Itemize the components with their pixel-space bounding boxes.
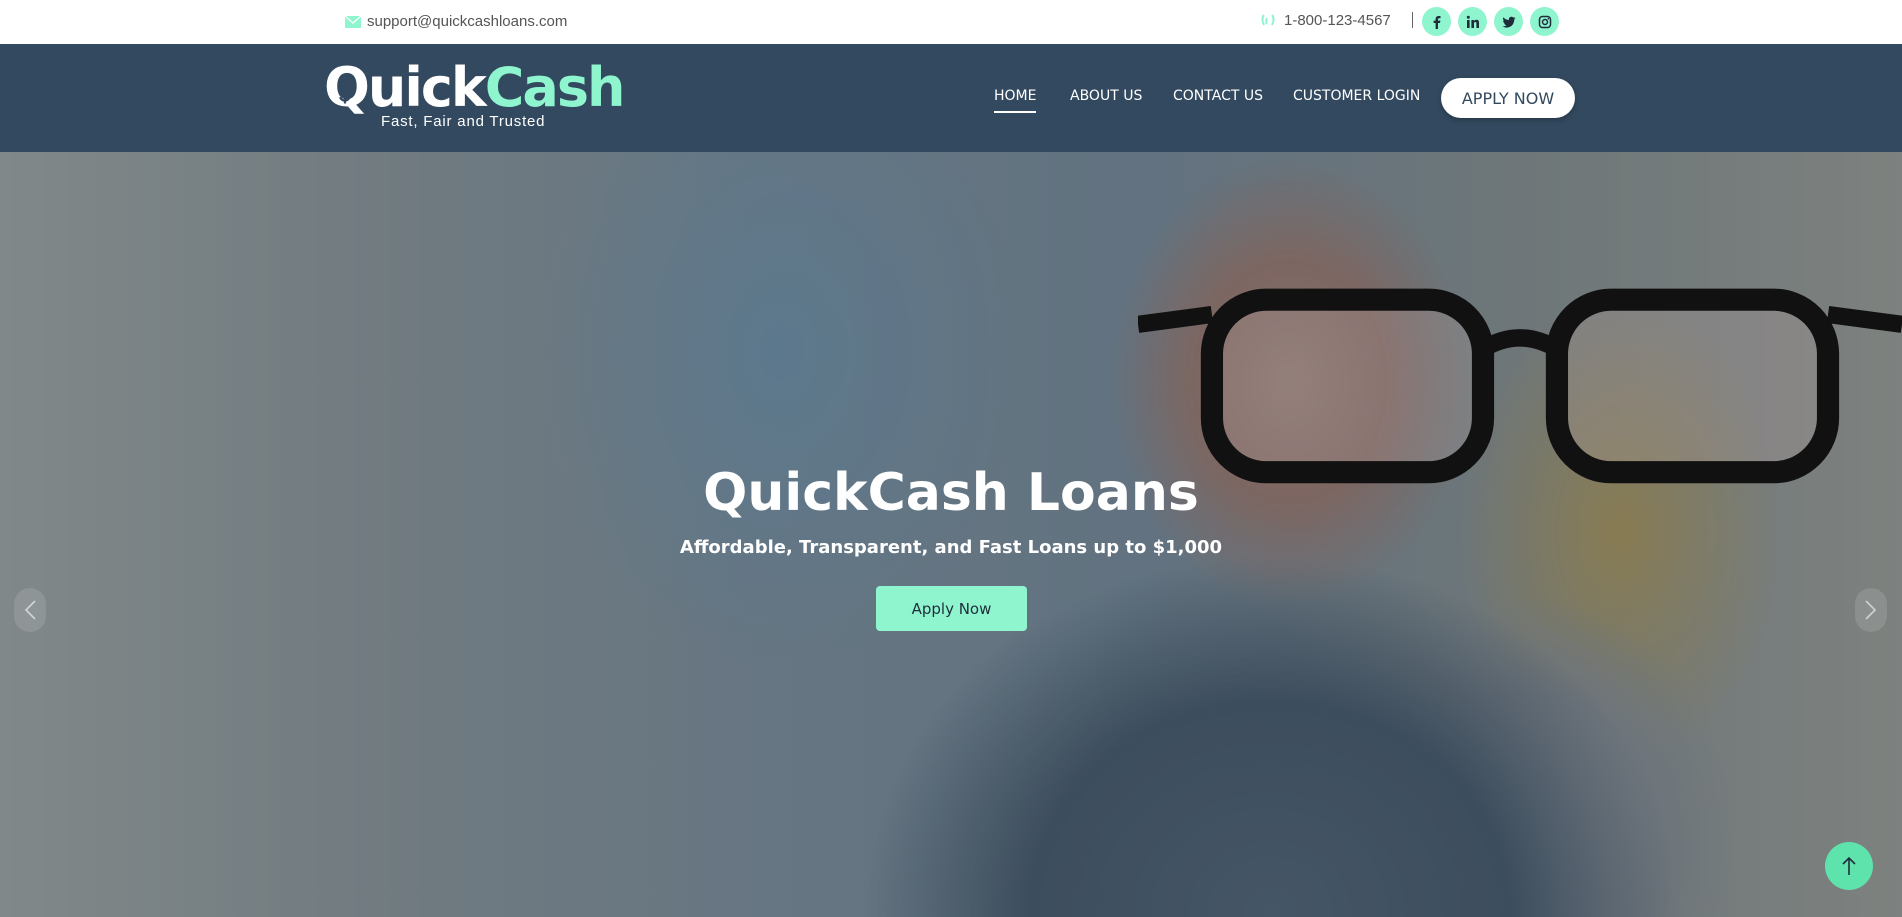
- chevron-right-icon: [1865, 600, 1877, 620]
- instagram-icon[interactable]: [1530, 7, 1559, 36]
- main-header: [0, 44, 1902, 152]
- dollar-icon: [339, 84, 351, 104]
- nav-customer-login[interactable]: CUSTOMER LOGIN: [1293, 88, 1420, 104]
- carousel-next-button[interactable]: [1855, 588, 1887, 632]
- envelope-icon: [345, 15, 361, 28]
- facebook-icon[interactable]: [1422, 7, 1451, 36]
- arrow-up-icon: [1842, 856, 1856, 875]
- hero-apply-button[interactable]: Apply Now: [876, 586, 1027, 631]
- twitter-icon[interactable]: [1494, 7, 1523, 36]
- phone-icon: [1261, 13, 1275, 25]
- email-text: support@quickcashloans.com: [367, 13, 568, 30]
- linkedin-icon[interactable]: [1458, 7, 1487, 36]
- carousel-prev-button[interactable]: [14, 588, 46, 632]
- hero-overlay: [0, 152, 1902, 917]
- brand-logo[interactable]: QuickCash Fast, Fair and Trusted: [324, 56, 625, 130]
- nav-contact-us[interactable]: CONTACT US: [1173, 88, 1263, 104]
- hero-subtitle: Affordable, Transparent, and Fast Loans …: [679, 537, 1223, 558]
- nav-home[interactable]: HOME: [994, 88, 1037, 113]
- chevron-left-icon: [24, 600, 36, 620]
- contact-phone[interactable]: 1-800-123-4567: [1260, 12, 1391, 29]
- phone-text: 1-800-123-4567: [1284, 12, 1391, 29]
- hero-banner: [0, 152, 1902, 917]
- nav-about-us[interactable]: ABOUT US: [1070, 88, 1142, 104]
- divider: [1412, 12, 1413, 28]
- apply-now-button[interactable]: APPLY NOW: [1441, 78, 1575, 118]
- logo-wordmark: QuickCash: [324, 56, 626, 120]
- logo-tagline: Fast, Fair and Trusted: [381, 113, 546, 130]
- hero-title: QuickCash Loans: [703, 463, 1199, 523]
- logo-cash: Cash: [484, 56, 626, 119]
- scroll-to-top-button[interactable]: [1825, 842, 1873, 890]
- top-bar: support@quickcashloans.com 1-800-123-456…: [0, 0, 1902, 44]
- social-links: [1422, 7, 1559, 36]
- contact-email[interactable]: support@quickcashloans.com: [345, 13, 567, 30]
